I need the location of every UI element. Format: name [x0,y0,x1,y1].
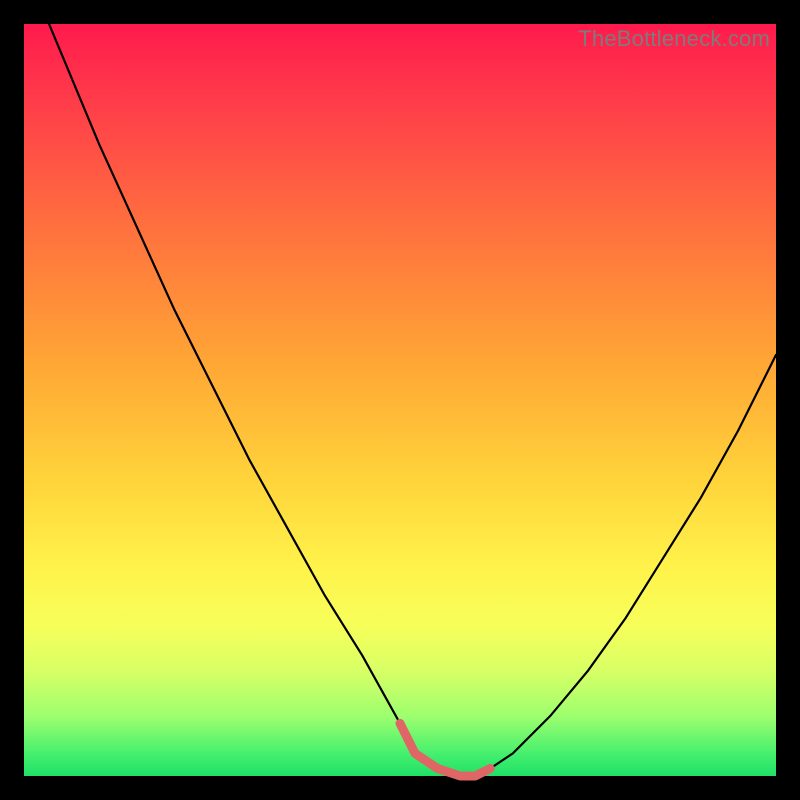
plot-area: TheBottleneck.com [24,24,776,776]
main-curve-path [24,0,776,776]
highlight-segment-path [400,723,490,776]
chart-frame: TheBottleneck.com [0,0,800,800]
bottleneck-curve [24,24,776,776]
